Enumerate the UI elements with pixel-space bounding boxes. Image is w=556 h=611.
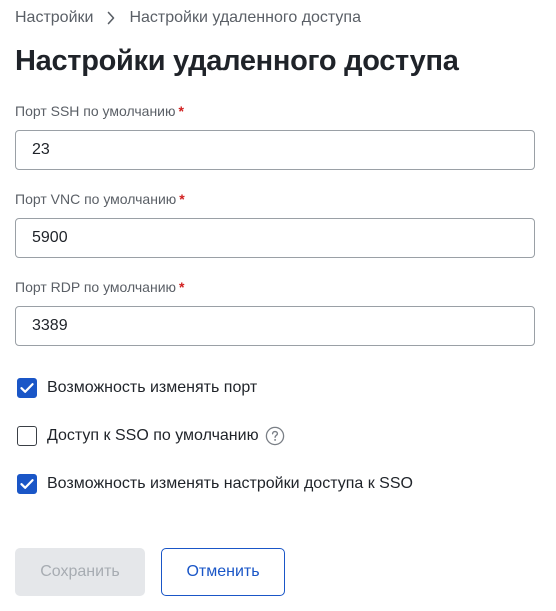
- ssh-port-field: Порт SSH по умолчанию *: [15, 101, 535, 170]
- allow-sso-settings-change-label[interactable]: Возможность изменять настройки доступа к…: [47, 475, 413, 493]
- question-circle-icon[interactable]: [265, 426, 285, 446]
- breadcrumb: Настройки Настройки удаленного доступа: [15, 8, 361, 28]
- allow-port-change-checkbox[interactable]: [17, 378, 37, 398]
- vnc-port-label: Порт VNC по умолчанию *: [15, 189, 535, 209]
- required-mark: *: [179, 279, 185, 295]
- cancel-button[interactable]: Отменить: [161, 548, 285, 596]
- rdp-port-field: Порт RDP по умолчанию *: [15, 277, 535, 346]
- vnc-port-input[interactable]: [15, 218, 535, 258]
- rdp-port-label: Порт RDP по умолчанию *: [15, 277, 535, 297]
- ssh-port-label-text: Порт SSH по умолчанию: [15, 103, 176, 119]
- sso-default-label[interactable]: Доступ к SSO по умолчанию: [47, 427, 259, 445]
- check-icon: [20, 383, 34, 393]
- ssh-port-input[interactable]: [15, 130, 535, 170]
- allow-sso-settings-change-checkbox[interactable]: [17, 474, 37, 494]
- remote-access-settings-page: Настройки Настройки удаленного доступа Н…: [0, 0, 556, 611]
- vnc-port-label-text: Порт VNC по умолчанию: [15, 191, 177, 207]
- required-mark: *: [179, 191, 185, 207]
- check-icon: [20, 479, 34, 489]
- rdp-port-input[interactable]: [15, 306, 535, 346]
- save-button[interactable]: Сохранить: [15, 548, 145, 596]
- vnc-port-field: Порт VNC по умолчанию *: [15, 189, 535, 258]
- required-mark: *: [178, 103, 184, 119]
- breadcrumb-current: Настройки удаленного доступа: [129, 9, 361, 26]
- sso-default-checkbox[interactable]: [17, 426, 37, 446]
- allow-port-change-option: Возможность изменять порт: [17, 376, 257, 400]
- rdp-port-label-text: Порт RDP по умолчанию: [15, 279, 177, 295]
- page-title: Настройки удаленного доступа: [15, 45, 459, 77]
- allow-port-change-label[interactable]: Возможность изменять порт: [47, 379, 257, 397]
- breadcrumb-link-settings[interactable]: Настройки: [15, 9, 93, 27]
- ssh-port-label: Порт SSH по умолчанию *: [15, 101, 535, 121]
- allow-sso-settings-change-option: Возможность изменять настройки доступа к…: [17, 472, 413, 496]
- sso-default-option: Доступ к SSO по умолчанию: [17, 424, 285, 448]
- chevron-right-icon: [93, 11, 129, 25]
